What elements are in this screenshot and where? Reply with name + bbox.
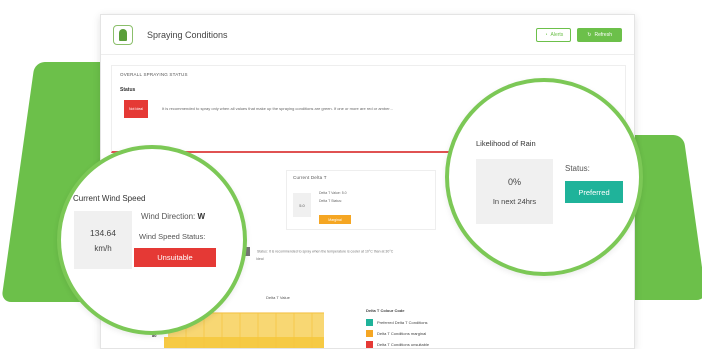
temperature-status-text: Status: It is recommended to spray when …	[256, 249, 394, 254]
status-badge: Not Ideal	[124, 100, 148, 118]
wind-status-badge: Unsuitable	[134, 248, 216, 267]
bell-icon: ◔	[544, 31, 548, 38]
wind-speed-value: 134.64	[90, 227, 116, 238]
wind-direction-label: Wind Direction:	[141, 212, 196, 221]
refresh-button-label: Refresh	[594, 31, 612, 38]
legend-title: Delta T Colour Code	[366, 308, 405, 313]
wind-status-label: Wind Speed Status:	[139, 232, 206, 241]
wind-direction-value: W	[197, 212, 206, 221]
legend-label: Preferred Delta T Conditions	[377, 320, 428, 325]
wind-title: Current Wind Speed	[73, 194, 146, 203]
status-message: It is recommended to spray only when all…	[162, 106, 393, 111]
legend-label: Delta T Conditions marginal	[377, 331, 427, 336]
legend-item: Delta T Conditions marginal	[366, 328, 429, 339]
legend-label: Delta T Conditions unsuitable	[377, 342, 430, 347]
rain-status-label: Status:	[565, 164, 590, 173]
alerts-button[interactable]: ◔ Alerts	[536, 27, 572, 42]
wind-value-box: 134.64 km/h	[74, 211, 132, 269]
page-title: Spraying Conditions	[147, 29, 228, 40]
wind-direction: Wind Direction: W	[141, 212, 205, 221]
rain-status-badge: Preferred	[565, 181, 623, 203]
legend-swatch-teal	[366, 319, 373, 326]
chart-legend: Delta T Colour Code Preferred Delta T Co…	[366, 308, 430, 348]
wind-speed-zoom-circle: Current Wind Speed 134.64 km/h Wind Dire…	[57, 145, 247, 335]
delta-value-box: 5.0	[293, 193, 311, 217]
temperature-row: N/A Status: It is recommended to spray w…	[236, 247, 486, 263]
legend-swatch-red	[366, 341, 373, 348]
rain-value-box: 0% In next 24hrs	[476, 159, 553, 224]
app-logo-icon	[113, 24, 133, 45]
delta-heading: Current Delta T	[293, 175, 327, 180]
legend-swatch-amber	[366, 330, 373, 337]
wind-speed-unit: km/h	[94, 243, 112, 253]
rain-title: Likelihood of Rain	[476, 139, 536, 148]
refresh-icon: ↻	[587, 31, 592, 38]
legend-item: Delta T Conditions unsuitable	[366, 339, 430, 348]
delta-status-badge: Marginal	[319, 215, 351, 224]
alerts-button-label: Alerts	[550, 31, 564, 38]
delta-line-value: Delta T Value: 5.0	[319, 191, 347, 195]
temperature-ideal-text: Ideal	[256, 257, 264, 261]
rain-likelihood-zoom-circle: Likelihood of Rain 0% In next 24hrs Stat…	[445, 78, 643, 276]
legend-item: Preferred Delta T Conditions	[366, 317, 429, 328]
rain-percent: 0%	[507, 177, 521, 187]
refresh-button[interactable]: ↻ Refresh	[577, 27, 622, 42]
rain-subtitle: In next 24hrs	[492, 197, 537, 206]
overall-heading: OVERALL SPRAYING STATUS	[120, 72, 188, 77]
delta-line-status: Delta T Status:	[319, 199, 343, 203]
header-actions: ◔ Alerts ↻ Refresh	[536, 27, 622, 42]
delta-t-card: Current Delta T 5.0 Delta T Value: 5.0 D…	[286, 170, 436, 230]
delta-details: Delta T Value: 5.0 Delta T Status:	[319, 189, 347, 205]
app-header: Spraying Conditions ◔ Alerts ↻ Refresh	[101, 15, 634, 55]
